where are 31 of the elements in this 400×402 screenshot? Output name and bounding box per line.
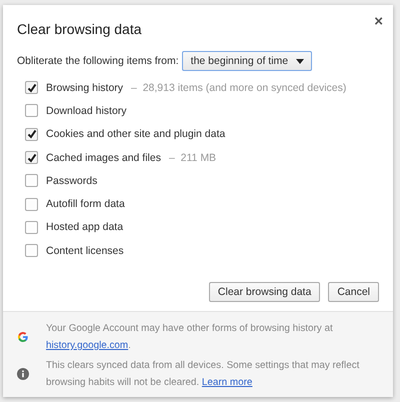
note-text: This clears synced data from all devices. Some settings that may reflect browsing habits will not be cleared. Learn more — [46, 359, 360, 390]
item-label: Hosted app data — [46, 221, 124, 234]
time-range-dropdown[interactable]: the beginning of time — [182, 51, 312, 71]
checkbox[interactable] — [25, 174, 38, 188]
checkbox[interactable] — [25, 244, 38, 258]
clear-button[interactable]: Clear browsing data — [208, 282, 320, 302]
item-detail: – 28,913 items (and more on synced devices) — [131, 82, 346, 94]
item-label: Content licenses — [46, 244, 124, 257]
item-label: Cached images and files — [46, 152, 161, 164]
dialog-title: Clear browsing data — [17, 21, 142, 37]
checkbox[interactable] — [25, 128, 38, 141]
item-label: Cookies and other site and plugin data — [46, 128, 226, 140]
range-label: Obliterate the following items from: — [17, 55, 179, 67]
checkbox[interactable] — [25, 104, 38, 118]
checkbox[interactable] — [25, 81, 38, 94]
checkbox[interactable] — [25, 220, 38, 234]
checkbox[interactable] — [25, 151, 38, 164]
item-label: Autofill form data — [46, 198, 125, 210]
item-label: Download history — [46, 104, 127, 117]
caret-icon — [296, 58, 304, 64]
checkbox[interactable] — [25, 198, 38, 211]
item-label: Browsing history — [46, 82, 124, 94]
google-g-icon — [17, 331, 29, 343]
note-text: Your Google Account may have other forms of browsing history at history.google.com. — [46, 322, 334, 353]
info-icon — [17, 368, 29, 380]
note-link[interactable]: history.google.com — [46, 340, 128, 351]
item-label: Passwords — [46, 174, 98, 187]
cancel-button[interactable]: Cancel — [328, 282, 379, 302]
item-detail: – 211 MB — [168, 152, 216, 164]
close-button[interactable]: × — [374, 15, 383, 29]
note-link[interactable]: Learn more — [202, 377, 252, 388]
